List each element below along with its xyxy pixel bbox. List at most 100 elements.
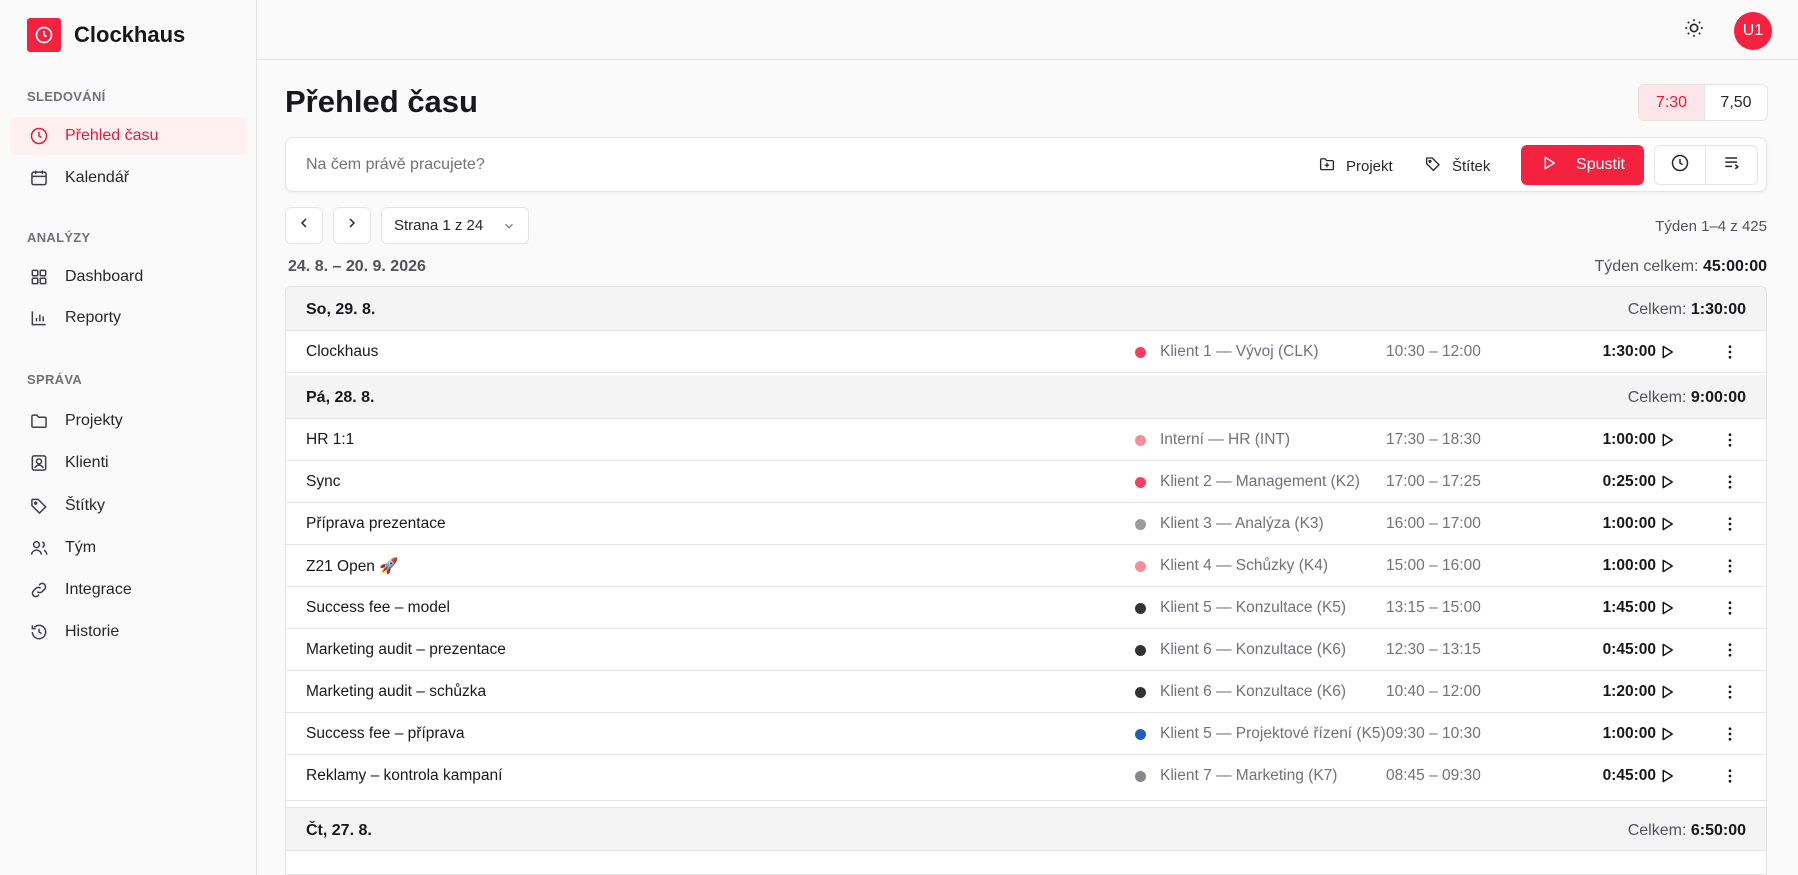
play-icon[interactable] bbox=[1656, 681, 1678, 703]
more-vertical-icon[interactable] bbox=[1719, 341, 1741, 363]
table-row[interactable]: Sync Klient 2 — Management (K2) 17:00 – … bbox=[286, 461, 1766, 503]
entry-duration[interactable]: 0:45:00 bbox=[1556, 641, 1656, 659]
entry-project[interactable]: Klient 5 — Projektové řízení (K5) bbox=[1160, 725, 1386, 743]
entry-time-range[interactable]: 17:00 – 17:25 bbox=[1386, 473, 1481, 491]
entry-description[interactable]: Příprava prezentace bbox=[306, 515, 446, 533]
time-format-decimal-option[interactable]: 7,50 bbox=[1705, 85, 1767, 120]
project-picker-button[interactable]: Projekt bbox=[1318, 152, 1393, 180]
entry-time-range[interactable]: 10:30 – 12:00 bbox=[1386, 343, 1481, 361]
week-total-label: Týden celkem: bbox=[1594, 258, 1699, 275]
table-row[interactable]: Marketing audit – schůzka Klient 6 — Kon… bbox=[286, 671, 1766, 713]
next-page-button[interactable] bbox=[333, 207, 371, 244]
entry-description[interactable]: HR 1:1 bbox=[306, 431, 354, 449]
play-icon[interactable] bbox=[1656, 513, 1678, 535]
table-row[interactable]: Success fee – příprava Klient 5 — Projek… bbox=[286, 713, 1766, 755]
entry-description[interactable]: Success fee – příprava bbox=[306, 725, 465, 743]
sidebar-item-klienti[interactable]: Klienti bbox=[10, 444, 247, 482]
time-format-hms-option[interactable]: 7:30 bbox=[1639, 85, 1705, 120]
play-icon[interactable] bbox=[1656, 597, 1678, 619]
play-icon[interactable] bbox=[1656, 341, 1678, 363]
table-row[interactable]: Clockhaus Klient 1 — Vývoj (CLK) 10:30 –… bbox=[286, 331, 1766, 373]
day-total: Celkem: 6:50:00 bbox=[1628, 822, 1746, 840]
task-description-input[interactable] bbox=[306, 152, 1106, 178]
table-row[interactable]: Reklamy – kontrola kampaní Klient 7 — Ma… bbox=[286, 755, 1766, 801]
entry-duration[interactable]: 1:45:00 bbox=[1556, 599, 1656, 617]
play-icon[interactable] bbox=[1656, 765, 1678, 787]
sidebar-item-dashboard[interactable]: Dashboard bbox=[10, 258, 247, 296]
play-icon[interactable] bbox=[1656, 471, 1678, 493]
entry-project[interactable]: Klient 6 — Konzultace (K6) bbox=[1160, 641, 1346, 659]
entry-duration[interactable]: 1:00:00 bbox=[1556, 515, 1656, 533]
entry-project[interactable]: Klient 4 — Schůzky (K4) bbox=[1160, 557, 1328, 575]
entry-project[interactable]: Interní — HR (INT) bbox=[1160, 431, 1290, 449]
entry-duration[interactable]: 1:30:00 bbox=[1556, 343, 1656, 361]
entry-project[interactable]: Klient 5 — Konzultace (K5) bbox=[1160, 599, 1346, 617]
brand[interactable]: Clockhaus bbox=[27, 18, 185, 52]
sidebar-item-historie[interactable]: Historie bbox=[10, 613, 247, 651]
more-vertical-icon[interactable] bbox=[1719, 765, 1741, 787]
entry-project[interactable]: Klient 6 — Konzultace (K6) bbox=[1160, 683, 1346, 701]
more-vertical-icon[interactable] bbox=[1719, 681, 1741, 703]
entry-time-range[interactable]: 17:30 – 18:30 bbox=[1386, 431, 1481, 449]
entry-project[interactable]: Klient 2 — Management (K2) bbox=[1160, 473, 1360, 491]
sidebar-item-projekty[interactable]: Projekty bbox=[10, 402, 247, 440]
entry-time-range[interactable]: 10:40 – 12:00 bbox=[1386, 683, 1481, 701]
more-vertical-icon[interactable] bbox=[1719, 723, 1741, 745]
entry-duration[interactable]: 1:00:00 bbox=[1556, 431, 1656, 449]
table-row[interactable]: Success fee – model Klient 5 — Konzultac… bbox=[286, 587, 1766, 629]
more-vertical-icon[interactable] bbox=[1719, 513, 1741, 535]
entry-project[interactable]: Klient 1 — Vývoj (CLK) bbox=[1160, 343, 1319, 361]
sidebar-item-reporty[interactable]: Reporty bbox=[10, 299, 247, 337]
play-icon[interactable] bbox=[1656, 429, 1678, 451]
entry-description[interactable]: Marketing audit – schůzka bbox=[306, 683, 486, 701]
entry-project[interactable]: Klient 3 — Analýza (K3) bbox=[1160, 515, 1324, 533]
brand-name: Clockhaus bbox=[74, 22, 186, 47]
tag-icon bbox=[28, 495, 50, 517]
tag-picker-button[interactable]: Štítek bbox=[1424, 152, 1490, 180]
avatar[interactable]: U1 bbox=[1734, 12, 1772, 50]
more-vertical-icon[interactable] bbox=[1719, 639, 1741, 661]
entry-duration[interactable]: 1:00:00 bbox=[1556, 725, 1656, 743]
play-icon[interactable] bbox=[1656, 555, 1678, 577]
entry-description[interactable]: Marketing audit – prezentace bbox=[306, 641, 506, 659]
play-icon[interactable] bbox=[1656, 639, 1678, 661]
prev-page-button[interactable] bbox=[285, 207, 323, 244]
top-bar: U1 bbox=[257, 0, 1798, 60]
entry-description[interactable]: Z21 Open 🚀 bbox=[306, 557, 399, 576]
entry-time-range[interactable]: 09:30 – 10:30 bbox=[1386, 725, 1481, 743]
more-vertical-icon[interactable] bbox=[1719, 471, 1741, 493]
sidebar-item-tym[interactable]: Tým bbox=[10, 529, 247, 567]
entry-time-range[interactable]: 15:00 – 16:00 bbox=[1386, 557, 1481, 575]
entry-time-range[interactable]: 16:00 – 17:00 bbox=[1386, 515, 1481, 533]
day-total-label: Celkem: bbox=[1627, 389, 1687, 406]
entry-duration[interactable]: 1:20:00 bbox=[1556, 683, 1656, 701]
sidebar-item-stitky[interactable]: Štítky bbox=[10, 487, 247, 525]
entry-time-range[interactable]: 13:15 – 15:00 bbox=[1386, 599, 1481, 617]
page-select[interactable]: Strana 1 z 24 bbox=[381, 207, 529, 244]
entry-description[interactable]: Reklamy – kontrola kampaní bbox=[306, 767, 502, 785]
table-row[interactable]: Marketing audit – prezentace Klient 6 — … bbox=[286, 629, 1766, 671]
entry-time-range[interactable]: 08:45 – 09:30 bbox=[1386, 767, 1481, 785]
entry-duration[interactable]: 0:25:00 bbox=[1556, 473, 1656, 491]
manual-mode-button[interactable] bbox=[1706, 146, 1757, 184]
entry-description[interactable]: Success fee – model bbox=[306, 599, 450, 617]
play-icon[interactable] bbox=[1656, 723, 1678, 745]
theme-toggle-button[interactable] bbox=[1677, 13, 1711, 47]
start-timer-button[interactable]: Spustit bbox=[1521, 145, 1644, 185]
entry-project[interactable]: Klient 7 — Marketing (K7) bbox=[1160, 767, 1337, 785]
more-vertical-icon[interactable] bbox=[1719, 429, 1741, 451]
sidebar-item-integrace[interactable]: Integrace bbox=[10, 571, 247, 609]
more-vertical-icon[interactable] bbox=[1719, 555, 1741, 577]
sidebar-item-kalendar[interactable]: Kalendář bbox=[10, 159, 247, 197]
entry-description[interactable]: Clockhaus bbox=[306, 343, 378, 361]
entry-description[interactable]: Sync bbox=[306, 473, 340, 491]
entry-duration[interactable]: 0:45:00 bbox=[1556, 767, 1656, 785]
timer-mode-button[interactable] bbox=[1655, 146, 1706, 184]
more-vertical-icon[interactable] bbox=[1719, 597, 1741, 619]
table-row[interactable]: Z21 Open 🚀 Klient 4 — Schůzky (K4) 15:00… bbox=[286, 545, 1766, 587]
table-row[interactable]: Příprava prezentace Klient 3 — Analýza (… bbox=[286, 503, 1766, 545]
entry-duration[interactable]: 1:00:00 bbox=[1556, 557, 1656, 575]
entry-time-range[interactable]: 12:30 – 13:15 bbox=[1386, 641, 1481, 659]
table-row[interactable]: HR 1:1 Interní — HR (INT) 17:30 – 18:30 … bbox=[286, 419, 1766, 461]
sidebar-item-prehled-casu[interactable]: Přehled času bbox=[10, 117, 247, 155]
